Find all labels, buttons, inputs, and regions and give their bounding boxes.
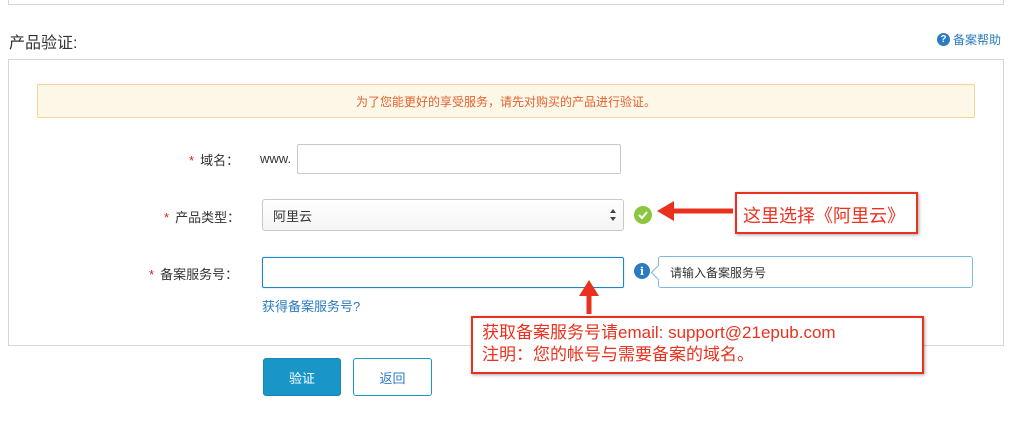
arrow-to-input — [579, 280, 599, 314]
select-hint-annotation: 这里选择《阿里云》 — [735, 192, 918, 234]
email-annotation-line1: 获取备案服务号请email: support@21epub.com — [482, 323, 836, 342]
arrow-to-select — [657, 201, 733, 221]
email-annotation-line2: 注明：您的帐号与需要备案的域名。 — [482, 345, 754, 364]
select-hint-text: 这里选择《阿里云》 — [743, 206, 905, 226]
email-annotation: 获取备案服务号请email: support@21epub.com 注明：您的帐… — [471, 316, 924, 374]
